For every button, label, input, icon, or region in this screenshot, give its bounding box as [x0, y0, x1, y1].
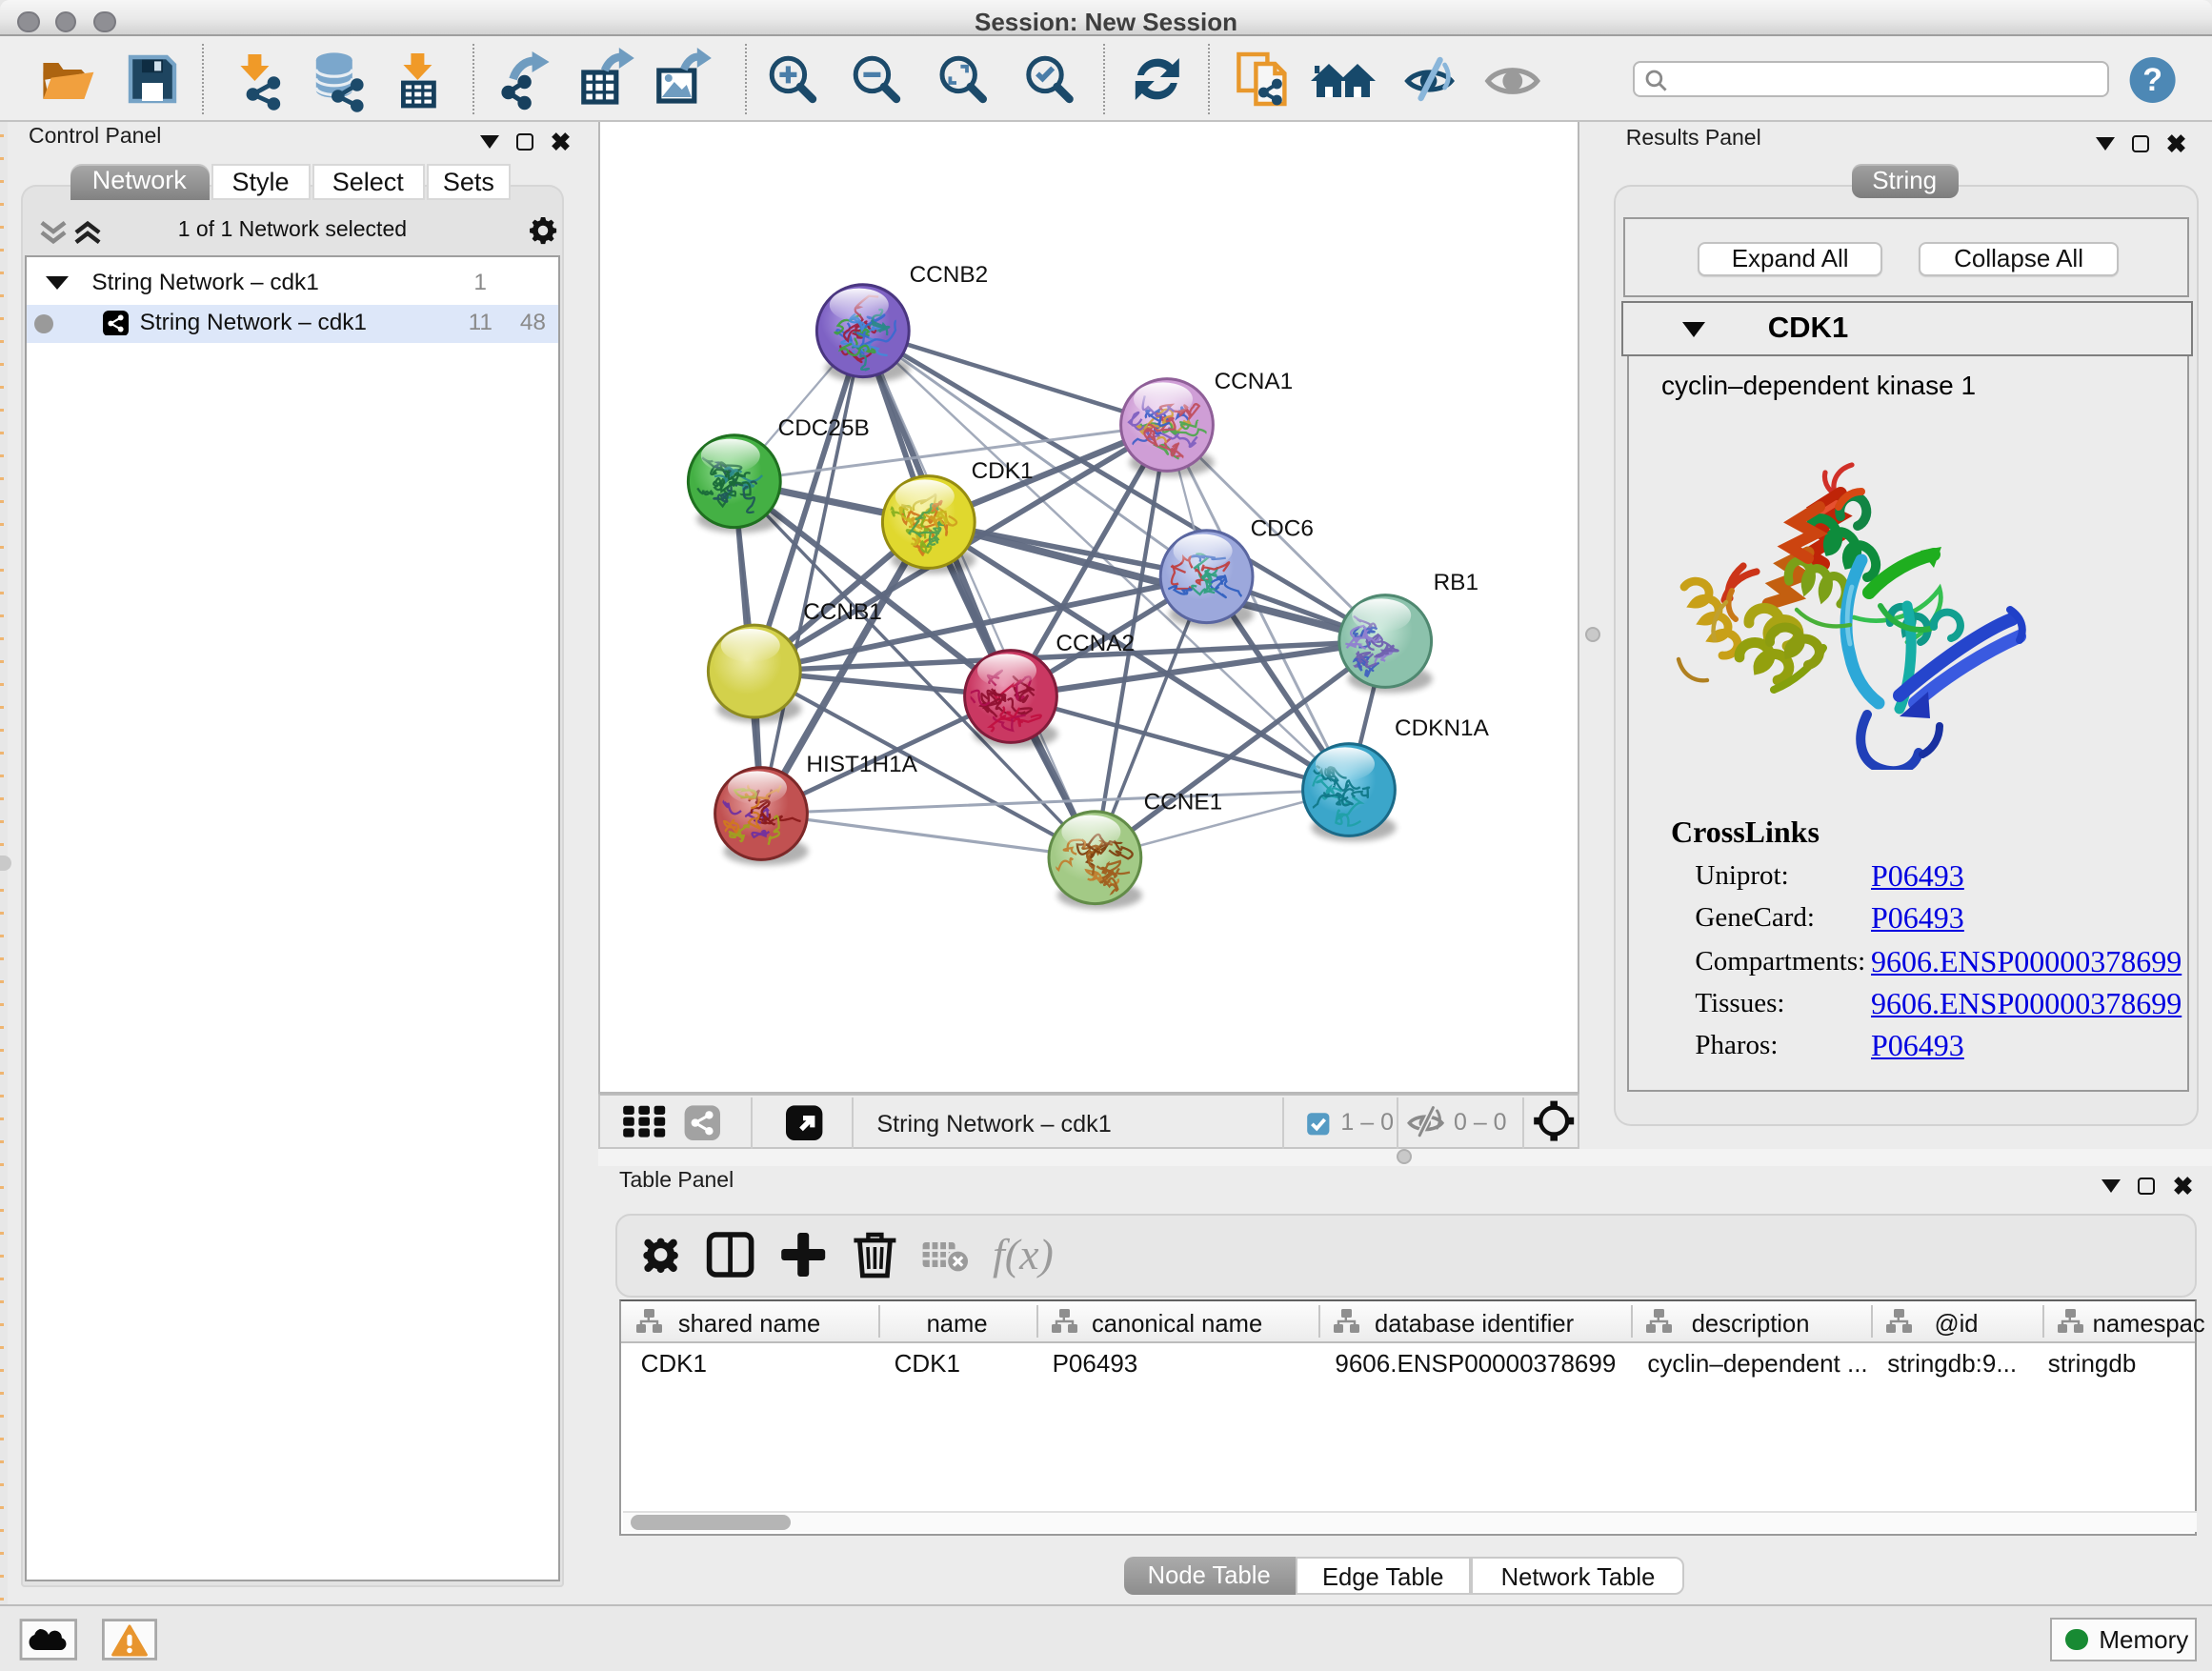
svg-text:CCNB1: CCNB1 — [803, 599, 882, 625]
svg-text:CDC6: CDC6 — [1250, 515, 1313, 541]
svg-text:CCNB2: CCNB2 — [909, 262, 988, 288]
svg-text:HIST1H1A: HIST1H1A — [806, 752, 917, 777]
svg-text:CCNA2: CCNA2 — [1056, 631, 1135, 656]
svg-text:RB1: RB1 — [1433, 570, 1478, 595]
svg-text:CDKN1A: CDKN1A — [1394, 715, 1489, 741]
svg-text:f(x): f(x) — [993, 1229, 1054, 1278]
svg-text:CCNA1: CCNA1 — [1214, 369, 1293, 394]
svg-text:?: ? — [2142, 62, 2162, 98]
svg-text:CDC25B: CDC25B — [777, 415, 869, 441]
svg-text:0 – 0: 0 – 0 — [1453, 1109, 1506, 1136]
svg-text:1 – 0: 1 – 0 — [1340, 1109, 1394, 1136]
svg-text:CCNE1: CCNE1 — [1143, 789, 1222, 815]
svg-text:CDK1: CDK1 — [971, 458, 1033, 484]
